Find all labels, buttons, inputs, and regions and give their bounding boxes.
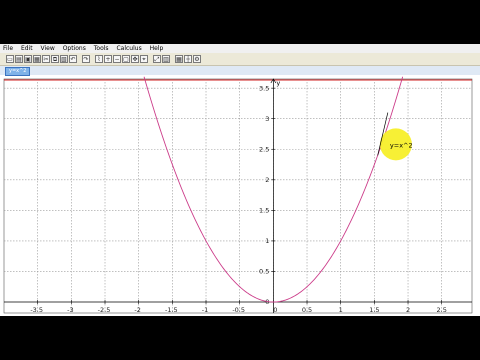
menu-bar: File Edit View Options Tools Calculus He…	[0, 44, 480, 53]
save-icon[interactable]: ▣	[24, 55, 32, 63]
x-tick-label: -2.5	[98, 306, 111, 314]
y-tick-label: 2.5	[259, 145, 269, 153]
x-tick-label: 2.5	[437, 306, 447, 314]
undo-icon[interactable]: ↶	[69, 55, 77, 63]
y-tick-label: 2	[265, 176, 269, 184]
fit-icon[interactable]: ⤢	[153, 55, 161, 63]
y-tick-label: 0	[265, 298, 269, 306]
toolbar: ▭ ▤ ▣ ▦ ✂ ⧉ ▧ ↶ ↷ ⌇ + − ▢ ✥ ⌖ ⤢ ▥ ▦ ┼ ⚙	[0, 53, 480, 66]
zoom-box-icon[interactable]: ▢	[122, 55, 130, 63]
menu-file[interactable]: File	[0, 44, 16, 53]
x-tick-label: -2	[134, 306, 140, 314]
menu-edit[interactable]: Edit	[18, 44, 36, 53]
menu-view[interactable]: View	[38, 44, 58, 53]
copy-icon[interactable]: ⧉	[51, 55, 59, 63]
cut-icon[interactable]: ✂	[42, 55, 50, 63]
menu-calculus[interactable]: Calculus	[113, 44, 144, 53]
x-tick-label: -0.5	[232, 306, 245, 314]
graph-icon[interactable]: ⌇	[95, 55, 103, 63]
zoom-out-icon[interactable]: −	[113, 55, 121, 63]
settings-icon[interactable]: ⚙	[193, 55, 201, 63]
plot-area	[3, 78, 473, 314]
grid-icon[interactable]: ▦	[175, 55, 183, 63]
app-window: File Edit View Options Tools Calculus He…	[0, 44, 480, 316]
x-tick-label: 1	[339, 306, 343, 314]
y-tick-label: 0.5	[259, 268, 269, 276]
menu-tools[interactable]: Tools	[91, 44, 112, 53]
y-tick-label: 1.5	[259, 207, 269, 215]
axes-icon[interactable]: ┼	[184, 55, 192, 63]
trace-icon[interactable]: ⌖	[140, 55, 148, 63]
paste-icon[interactable]: ▧	[60, 55, 68, 63]
x-tick-label: -1.5	[165, 306, 178, 314]
zoom-in-icon[interactable]: +	[104, 55, 112, 63]
x-tick-label: 1.5	[369, 306, 379, 314]
x-tick-label: 2	[406, 306, 410, 314]
y-tick-label: 3.5	[259, 84, 269, 92]
menu-help[interactable]: Help	[147, 44, 167, 53]
y-axis-label: y	[276, 79, 280, 87]
x-tick-label: -3	[67, 306, 73, 314]
table-icon[interactable]: ▥	[162, 55, 170, 63]
x-tick-label: 0.5	[302, 306, 312, 314]
print-icon[interactable]: ▦	[33, 55, 41, 63]
redo-icon[interactable]: ↷	[82, 55, 90, 63]
x-tick-label: 0	[273, 306, 277, 314]
new-icon[interactable]: ▭	[6, 55, 14, 63]
curve-label: y=x^2	[390, 141, 413, 149]
graph-canvas[interactable]: -3.5 -3 -2.5 -2 -1.5 -1 -0.5 0 0.5 1 1.5 2 2.5 0 0.5 1 1…	[0, 75, 480, 316]
x-tick-label: -1	[202, 306, 208, 314]
pan-icon[interactable]: ✥	[131, 55, 139, 63]
y-tick-label: 3	[265, 115, 269, 123]
y-tick-label: 1	[265, 237, 269, 245]
x-tick-label: -3.5	[30, 306, 43, 314]
menu-options[interactable]: Options	[60, 44, 89, 53]
tab-strip: y=x^2	[0, 66, 480, 76]
open-icon[interactable]: ▤	[15, 55, 23, 63]
